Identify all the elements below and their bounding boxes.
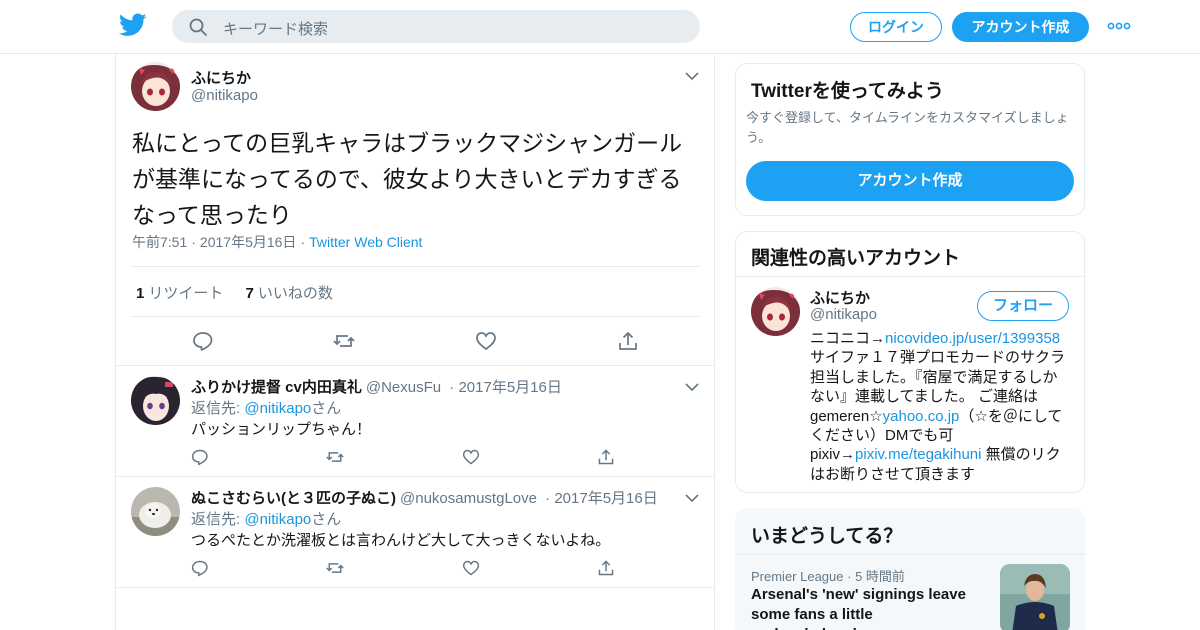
reply-header: ふりかけ提督 cv内田真礼 @NexusFu · 2017年5月16日: [191, 379, 562, 396]
bio-link[interactable]: nicovideo.jp/user/1399358: [885, 330, 1060, 347]
reply-text: パッションリップちゃん！: [191, 421, 372, 438]
related-account-name[interactable]: ふにちか: [810, 287, 870, 308]
trend-context: Premier League · 5 時間前: [751, 569, 905, 584]
signup-button[interactable]: アカウント作成: [952, 12, 1089, 42]
create-account-button[interactable]: アカウント作成: [746, 161, 1074, 201]
author-avatar[interactable]: [131, 62, 180, 111]
reply-author-name[interactable]: ふりかけ提督 cv内田真礼: [191, 379, 362, 396]
signup-card-subtitle: 今すぐ登録して、タイムラインをカスタマイズしましょう。: [746, 110, 1069, 145]
divider: [130, 266, 700, 267]
retweet-stat[interactable]: 1 リツイート: [136, 285, 223, 302]
retweet-icon[interactable]: [333, 330, 355, 352]
share-icon[interactable]: [597, 448, 615, 466]
twitter-logo-icon[interactable]: [119, 13, 147, 37]
reply-icon[interactable]: [191, 559, 209, 577]
trend-thumbnail[interactable]: [1000, 564, 1070, 630]
trends-card: いまどうしてる？ Premier League · 5 時間前 Arsenal'…: [735, 508, 1086, 630]
tweet-stats: 1 リツイート 7 いいねの数: [136, 282, 333, 303]
author-handle[interactable]: @nitikapo: [191, 87, 258, 104]
related-account-bio: ニコニコ→nicovideo.jp/user/1399358 サイファ１７弾プロモ…: [810, 330, 1066, 483]
reply-date[interactable]: 2017年5月16日: [458, 379, 561, 396]
trend-headline[interactable]: Arsenal's 'new' signings leave some fans…: [751, 585, 981, 630]
retweet-icon[interactable]: [326, 448, 344, 466]
reply-to-link[interactable]: @nitikapo: [244, 511, 311, 528]
like-heart-icon[interactable]: [462, 559, 480, 577]
top-bar: キーワード検索 ログイン アカウント作成: [0, 0, 1200, 54]
like-heart-icon[interactable]: [462, 448, 480, 466]
more-options-icon[interactable]: [1107, 19, 1131, 33]
reply-to-line: 返信先: @nitikapoさん: [191, 511, 342, 528]
tweet-column: ふにちか @nitikapo 私にとっての巨乳キャラはブラックマジシャンガールが…: [115, 54, 715, 630]
related-accounts-card: 関連性の高いアカウント ふにちか @nitikapo フォロー ニコニコ→nic…: [735, 231, 1085, 493]
chevron-down-icon[interactable]: [685, 493, 699, 503]
reply-tweet[interactable]: ぬこさむらい(と３匹の子ぬこ) @nukosamustgLove · 2017年5…: [116, 477, 714, 588]
signup-card-title: Twitterを使ってみよう: [751, 81, 944, 102]
share-icon[interactable]: [617, 330, 639, 352]
signup-card: Twitterを使ってみよう 今すぐ登録して、タイムラインをカスタマイズしましょ…: [735, 63, 1085, 216]
follow-button[interactable]: フォロー: [977, 291, 1069, 321]
bio-link[interactable]: yahoo.co.jp: [883, 408, 960, 425]
reply-date[interactable]: 2017年5月16日: [554, 490, 657, 507]
chevron-down-icon[interactable]: [685, 382, 699, 392]
reply-to-link[interactable]: @nitikapo: [244, 400, 311, 417]
reply-icon[interactable]: [191, 448, 209, 466]
retweet-icon[interactable]: [326, 559, 344, 577]
related-account-avatar[interactable]: [751, 287, 800, 336]
tweet-client[interactable]: Twitter Web Client: [309, 234, 422, 250]
reply-header: ぬこさむらい(と３匹の子ぬこ) @nukosamustgLove · 2017年5…: [191, 490, 658, 507]
related-card-title: 関連性の高いアカウント: [751, 248, 961, 269]
reply-icon[interactable]: [192, 330, 214, 352]
search-placeholder: キーワード検索: [223, 21, 329, 38]
like-heart-icon[interactable]: [475, 330, 497, 352]
divider: [736, 554, 1086, 555]
tweet-meta: 午前7:51 · 2017年5月16日 · Twitter Web Client: [132, 234, 423, 250]
reply-to-line: 返信先: @nitikapoさん: [191, 400, 342, 417]
author-name[interactable]: ふにちか: [191, 67, 251, 88]
tweet-date[interactable]: 2017年5月16日: [200, 234, 297, 250]
divider: [736, 276, 1084, 277]
tweet-time[interactable]: 午前7:51: [132, 234, 187, 250]
divider: [130, 316, 700, 317]
trends-card-title: いまどうしてる？: [751, 526, 903, 547]
share-icon[interactable]: [597, 559, 615, 577]
reply-author-handle[interactable]: @nukosamustgLove: [400, 490, 537, 507]
chevron-down-icon[interactable]: [685, 71, 699, 81]
reply-text: つるぺたとか洗濯板とは言わんけど大して大っきくないよね。: [191, 532, 611, 549]
reply-author-name[interactable]: ぬこさむらい(と３匹の子ぬこ): [191, 490, 396, 507]
tweet-text: 私にとっての巨乳キャラはブラックマジシャンガールが基準になってるので、彼女より大…: [132, 130, 683, 228]
like-stat[interactable]: 7 いいねの数: [246, 285, 333, 302]
search-icon: [189, 18, 207, 36]
search-box[interactable]: キーワード検索: [172, 10, 700, 43]
bio-link[interactable]: pixiv.me/tegakihuni: [855, 446, 981, 463]
reply-avatar[interactable]: [131, 487, 180, 536]
reply-tweet[interactable]: ふりかけ提督 cv内田真礼 @NexusFu · 2017年5月16日 返信先: …: [116, 366, 714, 477]
related-account-handle[interactable]: @nitikapo: [810, 306, 877, 323]
reply-author-handle[interactable]: @NexusFu: [366, 379, 441, 396]
reply-avatar[interactable]: [131, 376, 180, 425]
login-button[interactable]: ログイン: [850, 12, 942, 42]
